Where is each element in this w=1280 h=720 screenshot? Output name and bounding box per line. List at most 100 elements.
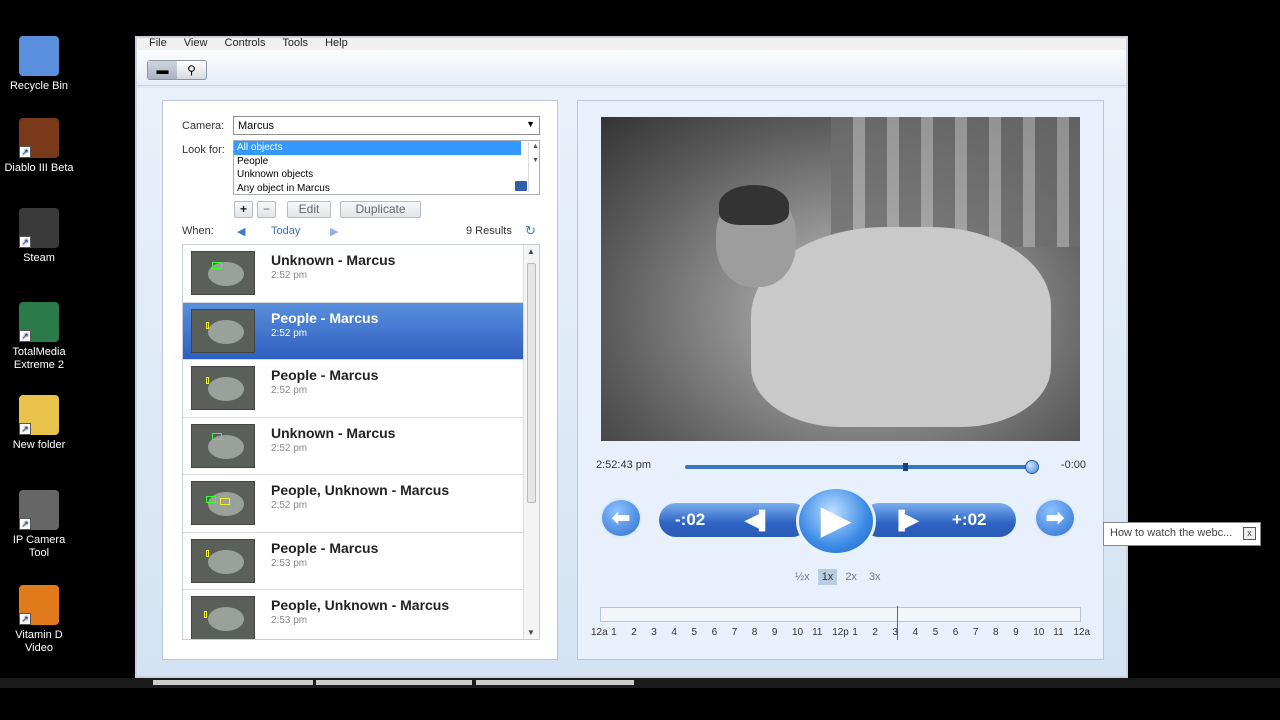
add-search-button[interactable]: + [234,201,253,218]
event-title: People - Marcus [271,367,379,383]
monitor-icon: ▬ [156,63,169,77]
speed-option[interactable]: 2x [841,569,861,585]
desktop-icon[interactable]: Recycle Bin [4,36,74,93]
event-row[interactable]: Unknown - Marcus 2:52 pm [183,245,539,303]
search-panel: Camera: Marcus ▼ Look for: All objects P… [162,100,558,660]
next-day-icon[interactable]: ▶ [330,225,338,238]
event-row[interactable]: Unknown - Marcus 2:52 pm [183,417,539,475]
timeline-hour-label: 8 [751,627,758,638]
menu-help[interactable]: Help [325,38,348,49]
menu-file[interactable]: File [149,38,167,49]
app-window: File View Controls Tools Help ▬ ⚲ Camera… [135,36,1128,678]
timeline-hour-label: 2 [872,627,878,638]
shortcut-arrow-icon: ↗ [19,330,31,342]
baby-hair [719,185,789,225]
next-event-button[interactable]: ➡ [1034,498,1076,538]
lookfor-option[interactable]: Any object in Marcus [234,182,539,196]
desktop-icon-label: Recycle Bin [9,80,69,92]
timeline-hour-label: 10 [792,627,804,638]
lookfor-listbox[interactable]: All objects People Unknown objects Any o… [233,140,540,195]
monitor-view-button[interactable]: ▬ [148,61,177,79]
play-button[interactable]: ▶ [796,486,876,556]
save-icon[interactable] [515,181,527,191]
skip-back-button[interactable]: -:02 ◀▌ [659,503,809,537]
event-row[interactable]: People - Marcus 2:52 pm [183,302,539,360]
camera-video-frame[interactable] [601,117,1080,441]
totalmedia-icon: ↗ [19,302,59,342]
duplicate-button[interactable]: Duplicate [340,201,421,218]
event-row[interactable]: People, Unknown - Marcus 2:53 pm [183,590,539,639]
camera-select[interactable]: Marcus ▼ [233,116,540,135]
event-row[interactable]: People - Marcus 2:53 pm [183,532,539,590]
diablo-icon: ↗ [19,118,59,158]
menu-view[interactable]: View [184,38,208,49]
remove-search-button[interactable]: − [257,201,276,218]
listbox-scrollbar[interactable]: ▲ ▼ [528,142,539,192]
skip-forward-button[interactable]: ▐▶ +:02 [862,503,1016,537]
event-row[interactable]: People, Unknown - Marcus 2:52 pm [183,475,539,533]
day-timeline[interactable] [600,606,1081,640]
thumbnail-blob [208,319,244,344]
timeline-hour-label: 6 [952,627,959,638]
event-time: 2:52 pm [271,270,308,281]
when-value[interactable]: Today [271,225,300,237]
step-back-icon: ◀▌ [745,510,772,530]
seek-bar[interactable] [685,460,1039,474]
speed-option[interactable]: ½x [791,569,814,585]
seek-knob[interactable] [1025,460,1039,474]
scroll-thumb[interactable] [527,263,536,503]
skip-back-label: -:02 [675,510,706,529]
timeline-hour-label: 3 [651,627,657,638]
taskbar-item[interactable] [316,680,472,685]
desktop-icon[interactable]: ↗ Steam [4,208,74,265]
desktop-icon-label: New folder [12,439,66,451]
edit-button[interactable]: Edit [287,201,331,218]
timeline-hour-label: 4 [671,627,677,638]
thumbnail-blob [208,607,244,631]
detection-box [206,321,209,329]
refresh-icon[interactable]: ↻ [525,223,536,239]
event-row[interactable]: People - Marcus 2:52 pm [183,360,539,418]
vitamin-d-icon: ↗ [19,585,59,625]
prev-day-icon[interactable]: ◀ [237,225,245,238]
desktop-icon[interactable]: ↗ TotalMedia Extreme 2 [4,302,74,372]
event-time: 2:52 pm [271,442,308,454]
detection-box [212,432,222,440]
speed-option[interactable]: 1x [817,569,838,585]
timeline-hour-label: 1 [852,627,858,638]
lookfor-option[interactable]: All objects [234,141,521,155]
results-scrollbar[interactable]: ▲ ▼ [523,245,539,639]
timeline-hour-label: 9 [1013,627,1019,638]
view-toggle: ▬ ⚲ [147,60,207,80]
menu-controls[interactable]: Controls [225,38,266,49]
timeline-hour-label: 2 [631,627,637,638]
playback-time-row: 2:52:43 pm -0:00 [596,459,1086,474]
ip-camera-tool-icon: ↗ [19,490,59,530]
when-row: When: ◀ Today ▶ 9 Results ↻ [182,223,542,241]
lookfor-option[interactable]: Unknown objects [234,168,539,182]
timeline-hour-label: 3 [892,627,899,638]
taskbar-item[interactable] [476,680,634,685]
scroll-down-icon[interactable]: ▼ [527,628,535,637]
window-body: Camera: Marcus ▼ Look for: All objects P… [137,88,1126,676]
desktop-icon[interactable]: ↗ New folder [4,395,74,452]
step-forward-icon: ▐▶ [892,510,919,530]
desktop-icon[interactable]: ↗ Vitamin D Video [4,585,74,655]
desktop-icon[interactable]: ↗ Diablo III Beta [4,118,74,175]
desktop-icon[interactable]: ↗ IP Camera Tool [4,490,74,560]
prev-event-button[interactable]: ⬅ [600,498,642,538]
event-time: 2:53 pm [271,557,308,569]
play-icon: ▶ [820,498,852,542]
desktop-icon-label: IP Camera Tool [12,534,66,559]
speed-option[interactable]: 3x [865,569,885,585]
close-icon[interactable]: x [1243,527,1256,540]
lookfor-option[interactable]: People [234,155,539,169]
taskbar-item[interactable] [153,680,313,685]
scroll-up-icon[interactable]: ▲ [527,247,535,256]
search-view-button[interactable]: ⚲ [177,61,206,79]
menu-tools[interactable]: Tools [282,38,308,49]
event-title: People, Unknown - Marcus [271,597,450,613]
event-thumbnail [191,251,255,295]
timeline-hour-label: 11 [812,627,823,638]
shortcut-arrow-icon: ↗ [19,146,31,158]
